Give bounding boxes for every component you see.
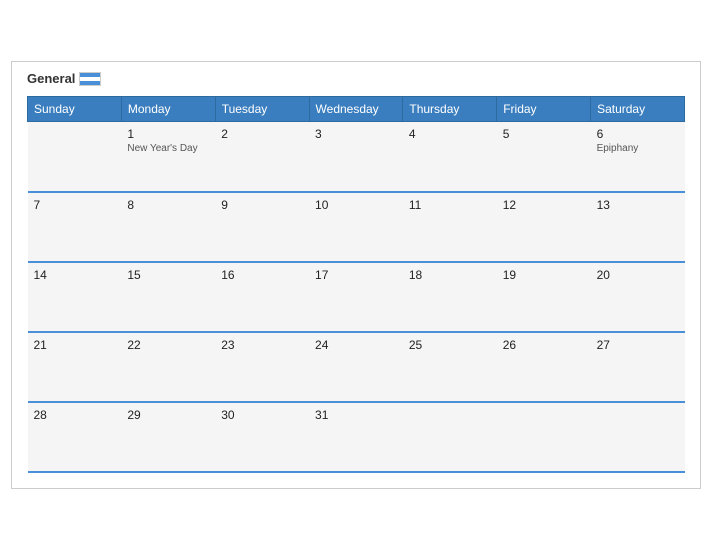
- logo-general-text: General: [27, 72, 101, 86]
- weekday-header: Saturday: [591, 97, 685, 122]
- day-number: 26: [503, 338, 585, 352]
- calendar-cell: 14: [28, 262, 122, 332]
- calendar-week-row: 28 29 30 31: [28, 402, 685, 472]
- calendar-cell: 3: [309, 122, 403, 192]
- weekday-header: Thursday: [403, 97, 497, 122]
- calendar-cell: 2: [215, 122, 309, 192]
- calendar-header: General: [27, 72, 685, 86]
- calendar-week-row: 789 10 11 12 13: [28, 192, 685, 262]
- day-number: 28: [34, 408, 116, 422]
- day-number: 3: [315, 127, 397, 141]
- calendar-cell: 23: [215, 332, 309, 402]
- calendar-week-row: 1 New Year's Day 23456 Epiphany: [28, 122, 685, 192]
- day-number: 16: [221, 268, 303, 282]
- calendar-cell: 12: [497, 192, 591, 262]
- day-number: 5: [503, 127, 585, 141]
- calendar-cell: 25: [403, 332, 497, 402]
- day-number: 7: [34, 198, 116, 212]
- day-number: 2: [221, 127, 303, 141]
- day-number: 18: [409, 268, 491, 282]
- calendar-container: General SundayMondayTuesdayWednesdayThur…: [11, 61, 701, 489]
- calendar-cell: 24: [309, 332, 403, 402]
- calendar-cell: 16: [215, 262, 309, 332]
- calendar-table: SundayMondayTuesdayWednesdayThursdayFrid…: [27, 96, 685, 473]
- day-number: 29: [127, 408, 209, 422]
- day-number: 25: [409, 338, 491, 352]
- day-number: 31: [315, 408, 397, 422]
- day-number: 11: [409, 198, 491, 212]
- calendar-cell: 20: [591, 262, 685, 332]
- calendar-cell: [403, 402, 497, 472]
- day-number: 19: [503, 268, 585, 282]
- weekday-header: Tuesday: [215, 97, 309, 122]
- day-number: 10: [315, 198, 397, 212]
- day-number: 21: [34, 338, 116, 352]
- calendar-cell: [591, 402, 685, 472]
- holiday-label: New Year's Day: [127, 143, 209, 154]
- day-number: 24: [315, 338, 397, 352]
- day-number: 12: [503, 198, 585, 212]
- calendar-cell: 10: [309, 192, 403, 262]
- calendar-cell: 8: [121, 192, 215, 262]
- calendar-cell: 5: [497, 122, 591, 192]
- day-number: 30: [221, 408, 303, 422]
- day-number: 9: [221, 198, 303, 212]
- calendar-cell: 31: [309, 402, 403, 472]
- calendar-cell: 29: [121, 402, 215, 472]
- weekday-header-row: SundayMondayTuesdayWednesdayThursdayFrid…: [28, 97, 685, 122]
- calendar-cell: 13: [591, 192, 685, 262]
- calendar-cell: 15: [121, 262, 215, 332]
- logo: General: [27, 72, 101, 86]
- weekday-header: Wednesday: [309, 97, 403, 122]
- calendar-cell: 22: [121, 332, 215, 402]
- calendar-cell: 30: [215, 402, 309, 472]
- calendar-cell: [497, 402, 591, 472]
- holiday-label: Epiphany: [597, 143, 679, 154]
- weekday-header: Friday: [497, 97, 591, 122]
- day-number: 1: [127, 127, 209, 141]
- day-number: 8: [127, 198, 209, 212]
- calendar-cell: 7: [28, 192, 122, 262]
- calendar-week-row: 21 22 23 24 25 26 27: [28, 332, 685, 402]
- calendar-cell: 21: [28, 332, 122, 402]
- day-number: 27: [597, 338, 679, 352]
- calendar-cell: 6 Epiphany: [591, 122, 685, 192]
- calendar-cell: 4: [403, 122, 497, 192]
- calendar-cell: 19: [497, 262, 591, 332]
- calendar-cell: 1 New Year's Day: [121, 122, 215, 192]
- calendar-cell: [28, 122, 122, 192]
- day-number: 14: [34, 268, 116, 282]
- logo-flag-icon: [79, 72, 101, 86]
- day-number: 22: [127, 338, 209, 352]
- day-number: 15: [127, 268, 209, 282]
- weekday-header: Sunday: [28, 97, 122, 122]
- calendar-cell: 9: [215, 192, 309, 262]
- day-number: 4: [409, 127, 491, 141]
- weekday-header: Monday: [121, 97, 215, 122]
- calendar-cell: 26: [497, 332, 591, 402]
- calendar-cell: 11: [403, 192, 497, 262]
- day-number: 6: [597, 127, 679, 141]
- day-number: 23: [221, 338, 303, 352]
- calendar-cell: 28: [28, 402, 122, 472]
- calendar-cell: 17: [309, 262, 403, 332]
- calendar-cell: 27: [591, 332, 685, 402]
- calendar-week-row: 14 15 16 17 18 19 20: [28, 262, 685, 332]
- calendar-cell: 18: [403, 262, 497, 332]
- day-number: 17: [315, 268, 397, 282]
- day-number: 13: [597, 198, 679, 212]
- day-number: 20: [597, 268, 679, 282]
